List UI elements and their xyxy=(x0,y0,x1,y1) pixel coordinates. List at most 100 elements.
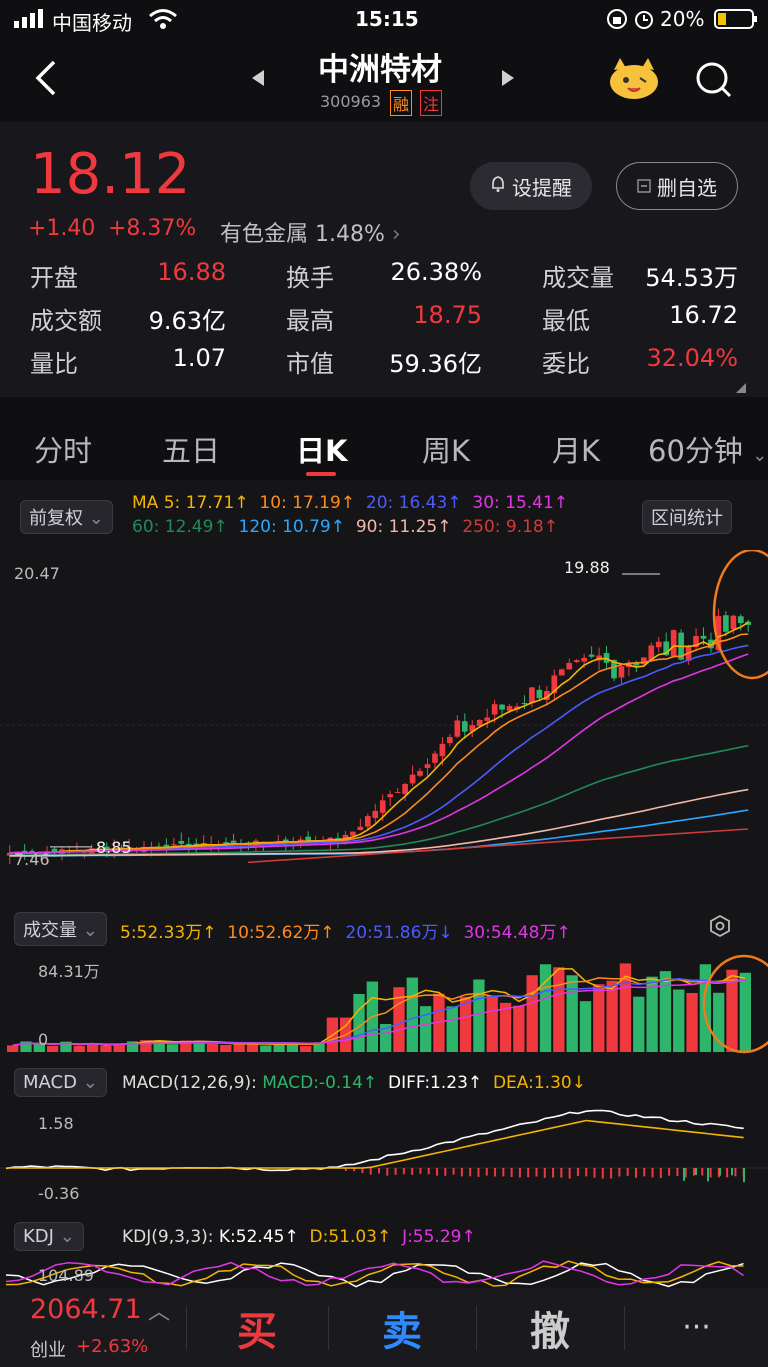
candle-body xyxy=(730,615,737,630)
battery-percent: 20% xyxy=(660,7,705,31)
ma-legend-row1: MA 5: 17.71↑ 10: 17.19↑ 20: 16.43↑ 30: 1… xyxy=(132,493,568,513)
next-stock-icon[interactable] xyxy=(500,68,516,92)
kdj-legend: KDJ(9,3,3): K:52.45↑ D:51.03↑ J:55.29↑ xyxy=(122,1227,476,1247)
candle-body xyxy=(566,662,573,670)
vol-ma5: 5:52.33万↑ xyxy=(120,923,217,943)
vol-ma20: 20:51.86万↓ xyxy=(345,923,453,943)
volume-bar xyxy=(166,1044,179,1052)
ma120-value: 120: 10.79↑ xyxy=(238,517,346,537)
sell-button[interactable]: 卖 xyxy=(329,1288,475,1367)
tab-five-day[interactable]: 五日 xyxy=(162,428,220,470)
volume-bar xyxy=(406,977,418,1052)
candle-body xyxy=(305,836,311,841)
notice-tag: 注 xyxy=(420,90,443,116)
tab-monthly-k[interactable]: 月K xyxy=(552,428,600,470)
ma250-line xyxy=(247,828,749,864)
volume-chart[interactable] xyxy=(0,954,768,1056)
volume-bar xyxy=(246,1043,259,1052)
signal-icon xyxy=(14,8,44,33)
volume-bar xyxy=(633,996,645,1052)
candle-body xyxy=(178,840,185,844)
volume-bar xyxy=(206,1043,219,1052)
margin-tag: 融 xyxy=(390,90,413,116)
settings-hex-icon[interactable] xyxy=(708,914,732,942)
price-change-pct: +8.37% xyxy=(108,216,197,241)
tab-weekly-k[interactable]: 周K xyxy=(422,428,470,470)
kline-chart-area: 前复权 ⌄ MA 5: 17.71↑ 10: 17.19↑ 20: 16.43↑… xyxy=(0,480,768,1288)
volume-bar xyxy=(486,995,498,1052)
chevron-down-icon: ⌄ xyxy=(88,508,104,529)
cancel-order-button[interactable]: 撤 xyxy=(477,1288,623,1367)
search-icon[interactable] xyxy=(694,60,734,104)
volume-bar xyxy=(579,1001,592,1052)
lock-rotation-icon xyxy=(606,8,628,35)
candle-body xyxy=(417,770,423,776)
volume-selector[interactable]: 成交量 ⌄ xyxy=(14,912,107,946)
candle-body xyxy=(171,844,177,846)
candle-body xyxy=(424,764,431,768)
sector-name: 有色金属 xyxy=(220,222,309,247)
volume-bar xyxy=(686,992,698,1052)
macd-selector[interactable]: MACD ⌄ xyxy=(14,1068,107,1097)
ma20-value: 20: 16.43↑ xyxy=(365,493,462,513)
stock-code: 300963 xyxy=(320,92,382,111)
ma-line xyxy=(9,653,749,854)
set-alert-button[interactable]: 设提醒 xyxy=(470,162,592,210)
adjust-selector[interactable]: 前复权 ⌄ xyxy=(20,500,113,534)
volume-bar xyxy=(260,1045,272,1052)
mascot-icon[interactable] xyxy=(606,54,662,106)
kdj-chart[interactable] xyxy=(0,1260,768,1288)
quote-panel: 18.12 +1.40 +8.37% 有色金属 1.48% › 设提醒 删自选 … xyxy=(0,122,768,397)
remove-watchlist-button[interactable]: 删自选 xyxy=(616,162,738,210)
kdj-axis-max: 104.89 xyxy=(38,1266,94,1285)
range-stats-button[interactable]: 区间统计 xyxy=(642,500,732,534)
bottom-trade-bar: 2064.71 ︿ 创业 +2.63% 买 卖 撤 ··· xyxy=(0,1288,768,1367)
diff-line xyxy=(5,1109,744,1172)
chevron-right-icon: › xyxy=(391,222,401,247)
candle-body xyxy=(558,669,565,676)
candle-body xyxy=(364,816,371,827)
back-icon[interactable] xyxy=(30,58,60,102)
candle-body xyxy=(439,743,446,757)
candle-body xyxy=(670,630,677,657)
chevron-down-icon: ⌄ xyxy=(752,445,768,466)
volume-bar xyxy=(739,972,751,1052)
candle-body xyxy=(499,704,505,710)
status-bar: 中国移动 15:15 20% xyxy=(0,0,768,40)
candle-body xyxy=(223,842,229,844)
macd-chart[interactable] xyxy=(0,1106,768,1210)
expand-corner-icon[interactable] xyxy=(736,378,746,397)
volume-bar xyxy=(673,989,685,1052)
ma5-value: MA 5: 17.71↑ xyxy=(132,493,249,513)
highlight-circle xyxy=(712,550,768,680)
candle-body xyxy=(402,783,408,795)
ma90-value: 90: 11.25↑ xyxy=(355,517,452,537)
candle-body xyxy=(529,687,535,703)
buy-button[interactable]: 买 xyxy=(187,1288,327,1367)
stat-value: 32.04% xyxy=(646,344,738,372)
more-button[interactable]: ··· xyxy=(625,1288,768,1367)
volume-bar xyxy=(553,967,565,1052)
volume-bar xyxy=(513,1005,525,1052)
tab-daily-k[interactable]: 日K xyxy=(296,428,347,470)
macd-header: MACD ⌄ MACD(12,26,9): MACD:-0.14↑ DIFF:1… xyxy=(0,1066,768,1104)
index-ticker[interactable]: 2064.71 ︿ 创业 +2.63% xyxy=(0,1288,186,1367)
stat-value: 9.63亿 xyxy=(148,307,226,335)
last-price: 18.12 xyxy=(30,142,191,207)
stat-value: 1.07 xyxy=(172,344,226,372)
dea-line xyxy=(6,1119,744,1169)
volume-bar xyxy=(446,1006,458,1052)
set-alert-label: 设提醒 xyxy=(512,175,572,200)
tab-60min[interactable]: 60分钟 ⌄ xyxy=(648,428,767,470)
sector-link[interactable]: 有色金属 1.48% › xyxy=(220,216,401,248)
tab-intraday[interactable]: 分时 xyxy=(34,428,92,470)
candle-body xyxy=(230,840,237,843)
candle-body xyxy=(484,717,491,721)
volume-bar xyxy=(473,979,485,1052)
candle-body xyxy=(447,737,453,744)
candle-body xyxy=(737,616,744,624)
diff-value: DIFF:1.23↑ xyxy=(387,1073,483,1093)
prev-stock-icon[interactable] xyxy=(250,68,266,92)
stat-value: 26.38% xyxy=(390,258,482,286)
kdj-selector[interactable]: KDJ ⌄ xyxy=(14,1222,84,1251)
